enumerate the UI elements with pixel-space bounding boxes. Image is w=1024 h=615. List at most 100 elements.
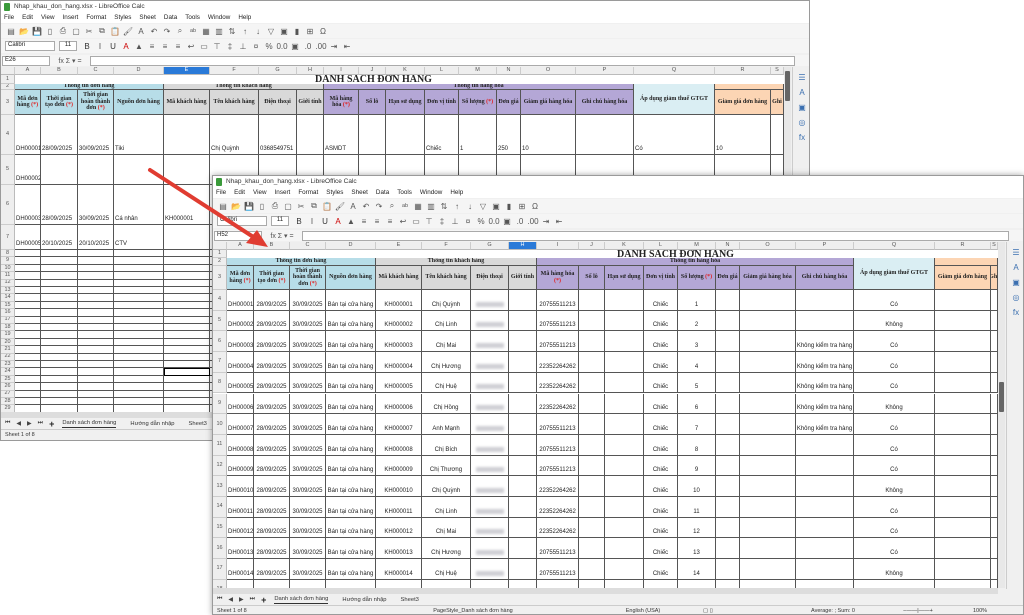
styles-icon[interactable]: A [1013, 263, 1018, 272]
menu-window[interactable]: Window [420, 189, 442, 196]
cell-J5[interactable] [579, 310, 605, 332]
cell-N13[interactable] [716, 476, 740, 497]
column-title[interactable]: Tên khách hàng [210, 90, 259, 115]
cell-O14[interactable] [740, 497, 796, 518]
column-header-H[interactable]: H [509, 242, 537, 250]
cell-L13[interactable]: Chiếc [644, 476, 678, 497]
cell-F16[interactable]: Chị Hương [422, 538, 471, 560]
column-title[interactable]: Đơn vị tính [644, 266, 678, 290]
cell-D4[interactable]: Tiki [114, 115, 164, 155]
currency-icon[interactable]: ¤ [462, 217, 474, 226]
empty-cell[interactable] [114, 338, 164, 347]
cell-R8[interactable] [935, 372, 991, 394]
italic-icon[interactable]: I [306, 217, 318, 226]
empty-cell[interactable] [78, 405, 114, 412]
print-preview-icon[interactable]: ▢ [282, 202, 294, 211]
column-icon[interactable]: ▥ [425, 202, 437, 211]
cell-J14[interactable] [579, 497, 605, 518]
next-sheet-icon[interactable]: ▶ [27, 420, 32, 427]
row-header[interactable]: 13 [213, 476, 227, 497]
empty-cell[interactable] [114, 383, 164, 391]
cell-E17[interactable]: KH000014 [376, 559, 422, 580]
row-header[interactable]: 4 [213, 290, 227, 311]
empty-cell[interactable] [164, 279, 210, 287]
align-bottom-icon[interactable]: ⊥ [237, 42, 249, 51]
sheet-tab[interactable]: Danh sách đơn hàng [62, 420, 117, 428]
cell-R4[interactable] [935, 290, 991, 311]
column-title[interactable]: Điện thoại [259, 90, 297, 115]
empty-cell[interactable] [15, 390, 41, 398]
cell-N11[interactable] [716, 434, 740, 456]
cell-H12[interactable] [509, 455, 537, 477]
functions-icon[interactable]: fx [1013, 308, 1019, 317]
properties-icon[interactable]: ☰ [798, 73, 805, 82]
row-header[interactable]: 14 [1, 294, 15, 302]
cell-P4[interactable] [576, 115, 634, 155]
column-header-D[interactable]: D [114, 67, 164, 75]
cell-G5[interactable] [471, 310, 509, 332]
cell-C14[interactable]: 30/09/2025 [290, 497, 326, 518]
sort-descending-icon[interactable]: ↓ [252, 27, 264, 36]
column-header-J[interactable]: J [579, 242, 605, 250]
cell-Q12[interactable]: Có [854, 455, 935, 477]
cell-O6[interactable] [740, 331, 796, 353]
cell-A17[interactable]: DH00014 [227, 559, 254, 580]
row-header[interactable]: 6 [1, 185, 15, 225]
cell-C12[interactable]: 30/09/2025 [290, 455, 326, 477]
cell-L12[interactable]: Chiếc [644, 455, 678, 477]
column-header-J[interactable]: J [359, 67, 386, 75]
cell-L9[interactable]: Chiếc [644, 393, 678, 415]
gallery-icon[interactable]: ▣ [1012, 278, 1020, 287]
font-size-box[interactable]: 11 [271, 216, 289, 226]
align-right-icon[interactable]: ≡ [384, 217, 396, 226]
align-center-icon[interactable]: ≡ [371, 217, 383, 226]
cell-R10[interactable] [935, 414, 991, 435]
column-title[interactable]: Mã đơn hàng (*) [15, 90, 41, 115]
cell-A7[interactable]: DH00004 [227, 352, 254, 373]
cell-E4[interactable]: KH000001 [376, 290, 422, 311]
column-header-P[interactable]: P [576, 67, 634, 75]
empty-cell[interactable] [935, 579, 991, 588]
empty-cell[interactable] [15, 250, 41, 258]
cell-B7[interactable]: 20/10/2025 [41, 225, 78, 250]
row-header[interactable]: 13 [1, 287, 15, 295]
cell-A4[interactable]: DH00001 [227, 290, 254, 311]
empty-cell[interactable] [422, 579, 471, 588]
empty-cell[interactable] [114, 316, 164, 324]
column-title[interactable]: Áp dụng giảm thuế GTGT [634, 84, 715, 115]
name-box[interactable]: E26 [2, 55, 50, 66]
cell-R9[interactable] [935, 393, 991, 415]
align-center-icon[interactable]: ≡ [159, 42, 171, 51]
wrap-icon[interactable]: ↩ [397, 217, 409, 226]
column-header-P[interactable]: P [796, 242, 854, 250]
column-header-C[interactable]: C [78, 67, 114, 75]
empty-cell[interactable] [41, 368, 78, 376]
empty-cell[interactable] [164, 361, 210, 369]
prev-sheet-icon[interactable]: ◀ [228, 596, 233, 603]
empty-cell[interactable] [164, 338, 210, 347]
row-header[interactable]: 11 [1, 272, 15, 280]
empty-cell[interactable] [41, 257, 78, 265]
cell-F10[interactable]: Anh Mạnh [422, 414, 471, 435]
cell-O9[interactable] [740, 393, 796, 415]
cell-J13[interactable] [579, 476, 605, 497]
cell-J9[interactable] [579, 393, 605, 415]
empty-cell[interactable] [376, 579, 422, 588]
cell-O13[interactable] [740, 476, 796, 497]
empty-cell[interactable] [114, 324, 164, 332]
row-header[interactable]: 29 [1, 405, 15, 412]
column-header-A[interactable]: A [227, 242, 254, 250]
cell-S13[interactable] [991, 476, 998, 497]
cell-M16[interactable]: 13 [678, 538, 716, 560]
cell-D4[interactable]: Bán tại cửa hàng [326, 290, 376, 311]
add-sheet-icon[interactable]: + [261, 595, 266, 605]
row-header[interactable]: 24 [1, 368, 15, 376]
cell-Q15[interactable]: Có [854, 517, 935, 539]
row-header[interactable]: 16 [1, 309, 15, 317]
cell-C10[interactable]: 30/09/2025 [290, 414, 326, 435]
menu-help[interactable]: Help [238, 14, 251, 21]
cell-E16[interactable]: KH000013 [376, 538, 422, 560]
cell-E9[interactable]: KH000006 [376, 393, 422, 415]
cell-H8[interactable] [509, 372, 537, 394]
column-header-I[interactable]: I [537, 242, 579, 250]
